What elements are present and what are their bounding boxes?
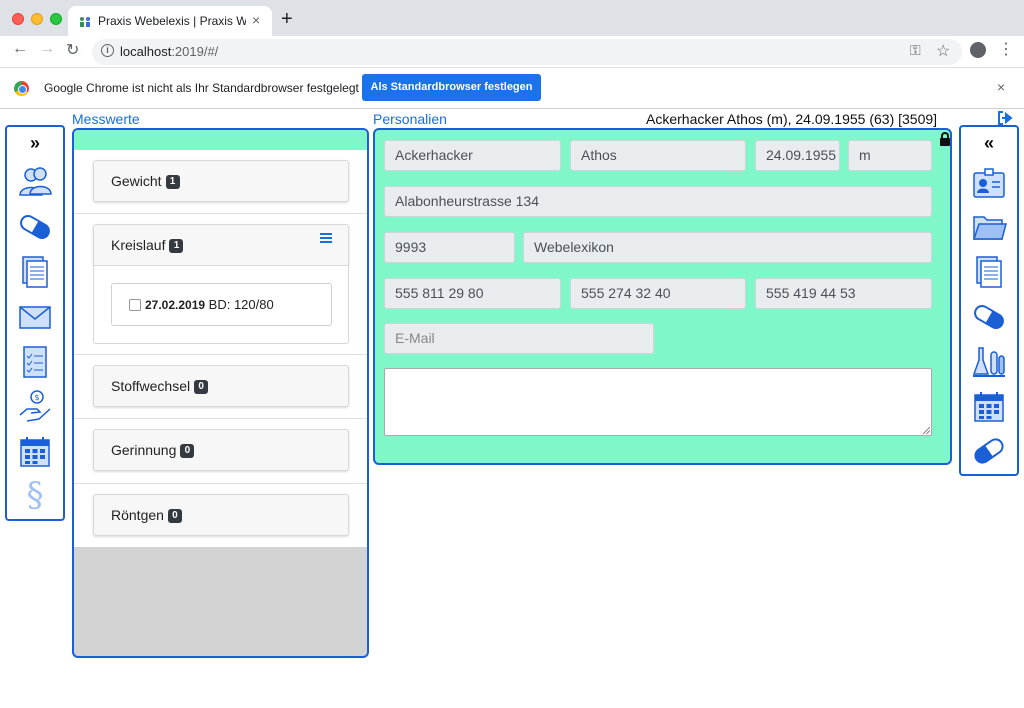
collapse-sidebar-toggle[interactable]: «: [961, 133, 1017, 154]
calendar-icon[interactable]: [971, 389, 1007, 425]
lastname-field[interactable]: Ackerhacker: [384, 140, 561, 171]
resize-handle-icon[interactable]: [923, 427, 930, 434]
group-label: Gerinnung: [111, 442, 177, 458]
patient-header: Ackerhacker Athos (m), 24.09.1955 (63) […: [646, 111, 938, 127]
key-icon[interactable]: ⚿: [910, 42, 921, 59]
right-sidebar: «: [959, 125, 1019, 476]
birthdate-field[interactable]: 24.09.1955: [755, 140, 840, 171]
pill-icon[interactable]: [971, 299, 1007, 335]
group-header[interactable]: Röntgen 0: [93, 494, 349, 536]
maximize-window-button[interactable]: [50, 13, 62, 25]
group-body: 27.02.2019 BD: 120/80: [93, 266, 349, 344]
messwerte-list: Gewicht 1 Kreislauf 1 27.02.2019 BD: 120/8…: [74, 150, 367, 547]
count-badge: 0: [194, 380, 209, 395]
zip-field[interactable]: 9993: [384, 232, 515, 263]
folder-icon[interactable]: [971, 209, 1007, 245]
paragraph-icon[interactable]: §: [17, 477, 53, 513]
reload-button[interactable]: ↻: [66, 40, 79, 60]
menu-icon[interactable]: [320, 233, 332, 243]
group-label: Kreislauf: [111, 237, 166, 253]
count-badge: 1: [165, 175, 180, 190]
personalien-panel: Ackerhacker Athos 24.09.1955 m Alabonheu…: [373, 128, 952, 465]
infobar-close-icon[interactable]: ×: [997, 79, 1005, 95]
expand-sidebar-toggle[interactable]: »: [7, 133, 63, 154]
persons-icon[interactable]: [17, 163, 53, 199]
sex-field[interactable]: m: [848, 140, 932, 171]
infobar-message: Google Chrome ist nicht als Ihr Standard…: [44, 81, 359, 95]
entry-checkbox[interactable]: [129, 299, 141, 311]
default-browser-infobar: Google Chrome ist nicht als Ihr Standard…: [0, 68, 1024, 109]
pill-icon[interactable]: [17, 209, 53, 245]
forward-button[interactable]: →: [39, 40, 55, 58]
calendar-icon[interactable]: [17, 434, 53, 470]
messwerte-title[interactable]: Messwerte: [72, 111, 140, 127]
id-card-icon[interactable]: [971, 165, 1007, 201]
measurement-entry[interactable]: 27.02.2019 BD: 120/80: [111, 283, 332, 326]
mail-icon[interactable]: [17, 299, 53, 335]
url-text: localhost:2019/#/: [120, 44, 219, 59]
browser-tab[interactable]: Praxis Webelexis | Praxis Webelexis ×: [68, 6, 272, 36]
phone3-field[interactable]: 555 419 44 53: [755, 278, 932, 309]
tab-title: Praxis Webelexis | Praxis Webelexis: [98, 14, 246, 28]
browser-toolbar: ← → ↻ i localhost:2019/#/ ⚿ ☆ ⋮: [0, 36, 1024, 68]
group-gerinnung: Gerinnung 0: [74, 419, 367, 484]
favicon-icon: [80, 17, 90, 27]
svg-text:$: $: [34, 393, 39, 402]
personalien-title[interactable]: Personalien: [373, 111, 447, 127]
minimize-window-button[interactable]: [31, 13, 43, 25]
group-header[interactable]: Gewicht 1: [93, 160, 349, 202]
email-field[interactable]: E-Mail: [384, 323, 654, 354]
left-sidebar: » $ §: [5, 125, 65, 521]
billing-hand-icon[interactable]: $: [17, 389, 53, 425]
lock-icon[interactable]: [939, 132, 951, 146]
group-gewicht: Gewicht 1: [74, 150, 367, 214]
close-window-button[interactable]: [12, 13, 24, 25]
group-label: Röntgen: [111, 507, 164, 523]
tab-close-icon[interactable]: ×: [252, 12, 260, 28]
entry-date: 27.02.2019: [145, 298, 206, 312]
firstname-field[interactable]: Athos: [570, 140, 746, 171]
account-icon[interactable]: [970, 42, 986, 58]
browser-titlebar: Praxis Webelexis | Praxis Webelexis × +: [0, 0, 1024, 36]
lab-icon[interactable]: [971, 344, 1007, 380]
street-field[interactable]: Alabonheurstrasse 134: [384, 186, 932, 217]
bookmark-star-icon[interactable]: ☆: [936, 41, 950, 61]
address-bar[interactable]: i localhost:2019/#/ ⚿ ☆: [92, 39, 962, 65]
group-kreislauf: Kreislauf 1 27.02.2019 BD: 120/80: [74, 214, 367, 355]
group-header[interactable]: Gerinnung 0: [93, 429, 349, 471]
logout-icon[interactable]: [997, 111, 1013, 125]
count-badge: 1: [169, 239, 184, 254]
new-tab-button[interactable]: +: [281, 8, 293, 31]
entry-value: BD: 120/80: [205, 297, 274, 312]
info-icon[interactable]: i: [101, 44, 114, 57]
set-default-browser-button[interactable]: Als Standardbrowser festlegen: [362, 74, 541, 101]
back-button[interactable]: ←: [12, 40, 28, 58]
documents-icon[interactable]: [17, 254, 53, 290]
group-header[interactable]: Stoffwechsel 0: [93, 365, 349, 407]
group-stoffwechsel: Stoffwechsel 0: [74, 355, 367, 419]
group-label: Gewicht: [111, 173, 162, 189]
capsule-icon[interactable]: [971, 433, 1007, 469]
group-roentgen: Röntgen 0: [74, 484, 367, 547]
group-label: Stoffwechsel: [111, 378, 191, 394]
group-header[interactable]: Kreislauf 1: [93, 224, 349, 266]
documents-icon[interactable]: [971, 254, 1007, 290]
messwerte-panel: Gewicht 1 Kreislauf 1 27.02.2019 BD: 120/8…: [72, 128, 369, 658]
city-field[interactable]: Webelexikon: [523, 232, 932, 263]
count-badge: 0: [180, 444, 195, 459]
chrome-logo-icon: [14, 81, 29, 96]
count-badge: 0: [167, 509, 182, 524]
phone1-field[interactable]: 555 811 29 80: [384, 278, 561, 309]
messwerte-header-bar: [74, 130, 367, 150]
remarks-textarea[interactable]: [384, 368, 932, 436]
checklist-icon[interactable]: [17, 344, 53, 380]
phone2-field[interactable]: 555 274 32 40: [570, 278, 746, 309]
browser-menu-icon[interactable]: ⋮: [998, 39, 1014, 59]
